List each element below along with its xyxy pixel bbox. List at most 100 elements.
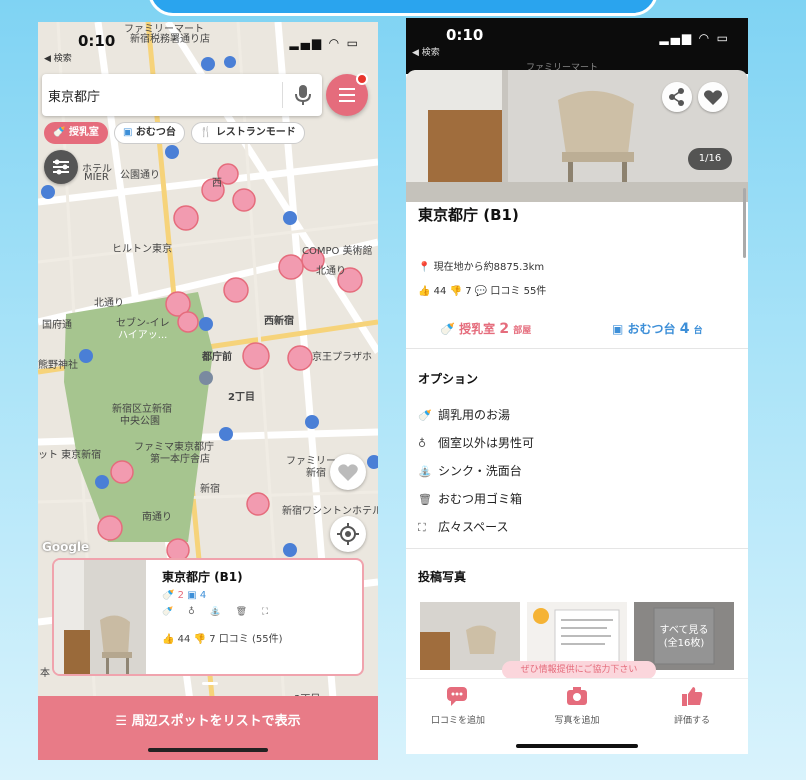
diaper-table-count: ▣ おむつ台 4 台 — [612, 320, 703, 337]
rate-button[interactable]: 評価する — [642, 685, 742, 726]
photo-thumbnail[interactable] — [527, 602, 627, 670]
signal-wifi-battery-icon: ▂▄▆ ◠ ▭ — [289, 36, 360, 50]
bottle-icon: 🍼 — [440, 322, 460, 336]
nursing-label: 授乳室 — [459, 322, 496, 336]
notification-dot — [356, 73, 368, 85]
chip-diaper-table[interactable]: ▣ おむつ台 — [113, 122, 185, 144]
scrollbar[interactable] — [743, 188, 746, 258]
info-request-banner: ぜひ情報提供にご協力下さい — [502, 661, 656, 679]
map-label: 都庁前 — [202, 352, 232, 363]
sink-icon: ⛲ — [418, 465, 432, 478]
dislikes-count: 7 — [465, 286, 472, 297]
nursing-count: 2 — [177, 590, 185, 601]
microphone-icon[interactable] — [292, 83, 314, 107]
share-button[interactable] — [662, 82, 692, 112]
thumbs-up-icon: 👍 — [418, 286, 434, 297]
map-label: 中央公園 — [120, 416, 160, 427]
chip-restaurant-mode[interactable]: 🍴 レストランモード — [190, 122, 305, 144]
map-label: MIER — [84, 172, 109, 183]
option-label: おむつ用ゴミ箱 — [438, 492, 523, 506]
filter-settings-button[interactable] — [44, 150, 78, 184]
menu-button[interactable] — [326, 73, 368, 116]
home-indicator — [148, 748, 268, 752]
divider — [282, 82, 283, 108]
nursing-unit: 部屋 — [513, 326, 532, 336]
amenity-icons: 🍼 ♁ ⛲ 🗑 ⛶ — [162, 607, 275, 617]
heart-icon — [338, 464, 358, 481]
add-review-button[interactable]: 口コミを追加 — [408, 685, 508, 726]
back-to-search-link[interactable]: ◀ 検索 — [412, 45, 440, 58]
add-photo-button[interactable]: 写真を追加 — [527, 685, 627, 726]
distance: 📍 現在地から約8875.3km — [418, 258, 544, 273]
option-label: 個室以外は男性可 — [438, 436, 535, 450]
bottle-icon: 🍼 — [418, 409, 432, 422]
photo-image — [420, 602, 520, 670]
see-all-photos-button[interactable]: すべて見る (全16枚) — [634, 602, 734, 670]
signal-wifi-battery-icon: ▂▄▆ ◠ ▭ — [659, 31, 730, 45]
status-time: 0:10 — [446, 26, 484, 44]
search-input[interactable] — [48, 84, 268, 106]
thumbs-up-icon — [682, 687, 703, 706]
spot-stats: 👍 44 👎 7 口コミ (55件) — [162, 630, 282, 645]
sheet-handle[interactable] — [202, 682, 218, 685]
add-review-icon — [447, 687, 467, 706]
google-logo: Google — [42, 540, 90, 554]
map-label: ヒルトン東京 — [112, 244, 172, 255]
option-label: 広々スペース — [438, 520, 509, 534]
home-indicator — [516, 744, 638, 748]
photo-carousel[interactable] — [406, 70, 748, 202]
map-label: 南通り — [142, 512, 172, 523]
status-time: 0:10 — [78, 32, 116, 50]
menu-icon — [339, 88, 355, 90]
comment-icon: 💬 — [474, 286, 491, 297]
map-label: 公園通り — [120, 170, 160, 181]
divider — [406, 548, 748, 549]
likes-count: 44 — [433, 286, 447, 297]
trash-icon: 🗑 — [418, 493, 432, 506]
thumbs-down-icon: 👎 — [193, 634, 207, 645]
options-title: オプション — [418, 372, 479, 386]
diaper-unit: 台 — [693, 326, 703, 336]
chip-label: 授乳室 — [68, 127, 99, 138]
expand-icon: ⛶ — [418, 521, 426, 534]
map-label: 国府通 — [42, 320, 72, 331]
favorites-button[interactable] — [330, 454, 366, 490]
map-label: 第一本庁舎店 — [150, 454, 210, 465]
header-banner — [148, 0, 658, 16]
chip-label: レストランモード — [215, 127, 296, 138]
back-to-search-link[interactable]: ◀ 検索 — [44, 51, 72, 64]
chip-nursing-room[interactable]: 🍼 授乳室 — [44, 122, 108, 144]
map-label: 新宿 — [200, 484, 220, 495]
dislikes-count: 7 — [209, 634, 216, 645]
facility-counts: 🍼 授乳室 2 部屋 ▣ おむつ台 4 台 — [406, 318, 748, 348]
current-location-button[interactable] — [330, 516, 366, 552]
photo-counter: 1/16 — [688, 148, 732, 170]
action-tab-bar: 口コミを追加 写真を追加 評価する — [406, 678, 748, 754]
map-label: 京王プラザホ — [312, 352, 372, 363]
photo-image — [527, 602, 627, 670]
reviews-count: 口コミ 55件 — [490, 286, 547, 297]
map-label: 新宿 — [306, 468, 326, 479]
filter-chips: 🍼 授乳室 ▣ おむつ台 🍴 レストランモード — [44, 122, 305, 144]
nursing-count: 2 — [499, 321, 510, 337]
spot-card[interactable]: 東京都庁 (B1) 🍼 2 ▣ 4 🍼 ♁ ⛲ 🗑 ⛶ 👍 44 👎 7 口コミ… — [52, 558, 364, 676]
map-label: 2丁目 — [228, 392, 255, 403]
photos-title: 投稿写真 — [418, 570, 467, 584]
option-item: ♁ 個室以外は男性可 — [418, 434, 534, 451]
map-label: 北通り — [94, 298, 124, 309]
chip-label: おむつ台 — [135, 127, 176, 138]
share-icon — [669, 88, 684, 106]
bottle-icon: 🍼 — [162, 590, 175, 601]
option-label: シンク・洗面台 — [438, 464, 522, 478]
detail-screen: 0:10 ◀ 検索 ▂▄▆ ◠ ▭ ファミリーマート 1/16 東京都庁 (B1… — [406, 18, 748, 754]
map-label: 本 — [40, 668, 50, 679]
map-label: 西 — [212, 178, 222, 189]
favorite-button[interactable] — [698, 82, 728, 112]
spot-photo — [54, 560, 146, 674]
photo-thumbnail[interactable] — [420, 602, 520, 670]
map-label: 北通り — [316, 266, 346, 277]
spot-title: 東京都庁 (B1) — [162, 570, 243, 584]
menu-icon-bar — [339, 100, 355, 102]
menu-icon-bar — [339, 94, 355, 96]
list-icon: ☰ — [115, 714, 132, 729]
